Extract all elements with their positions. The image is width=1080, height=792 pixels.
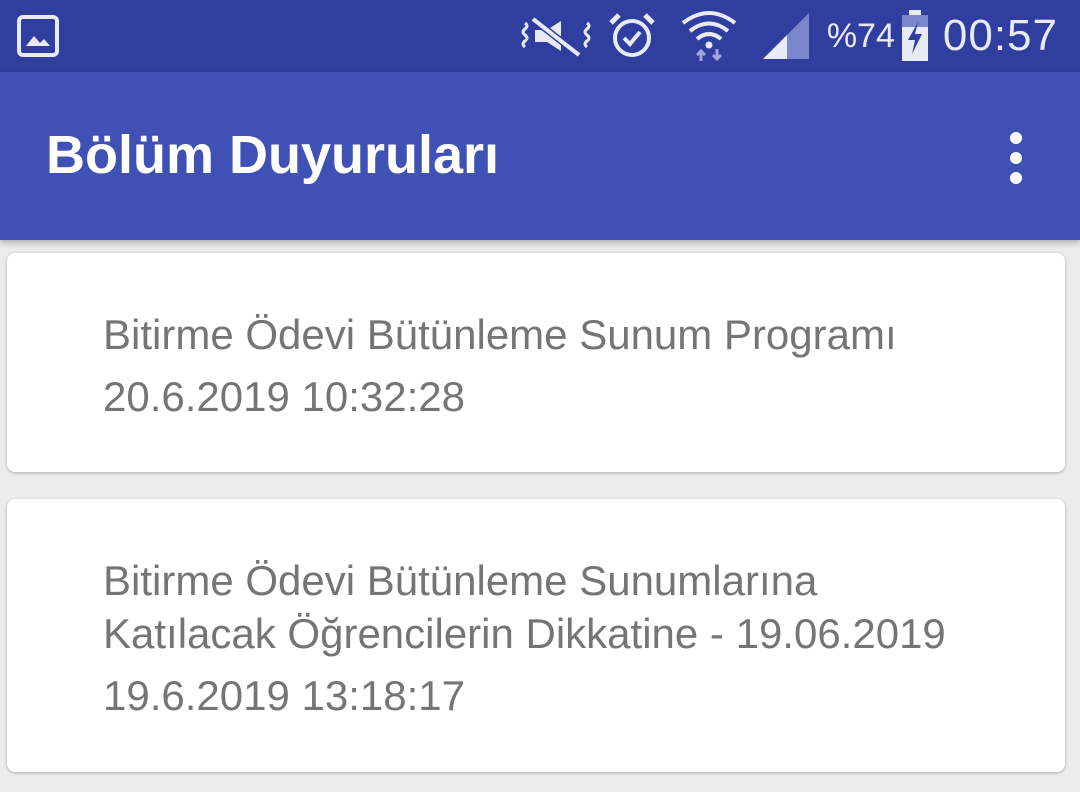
app-bar: Bölüm Duyuruları (0, 72, 1080, 240)
wifi-icon (681, 11, 737, 62)
status-icons: %74 00:57 (521, 0, 1058, 72)
page-title: Bölüm Duyuruları (46, 125, 500, 185)
announcement-date: 19.6.2019 13:18:17 (103, 672, 466, 719)
list-item[interactable]: Bitirme Ödevi Bütünleme Sunumlarına Katı… (7, 499, 1065, 772)
alarm-icon (609, 13, 655, 57)
status-clock: 00:57 (942, 11, 1058, 60)
battery-charging-icon (901, 10, 928, 61)
status-bar: %74 00:57 (0, 0, 1080, 72)
signal-icon (762, 13, 809, 59)
list-item[interactable]: Bitirme Ödevi Bütünleme Sunum Programı 2… (7, 253, 1065, 472)
announcement-title-line2: Katılacak Öğrencilerin Dikkatine - 19.06… (103, 610, 946, 657)
announcement-title: Bitirme Ödevi Bütünleme Sunum Programı (103, 311, 897, 358)
vibrate-icon (521, 16, 591, 58)
gallery-icon (17, 15, 59, 57)
more-vert-icon[interactable] (998, 128, 1034, 188)
battery-percent: %74 (826, 16, 895, 55)
announcement-title-line1: Bitirme Ödevi Bütünleme Sunumlarına (103, 557, 818, 604)
announcement-date: 20.6.2019 10:32:28 (103, 373, 466, 420)
